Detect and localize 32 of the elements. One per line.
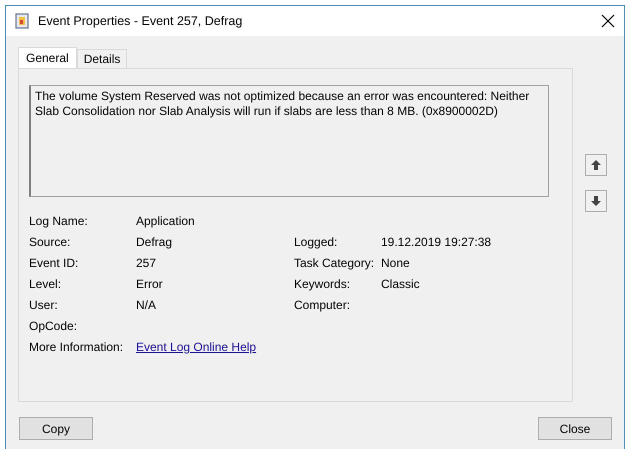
field-value: Application (136, 214, 196, 229)
field-label: Source: (29, 235, 72, 250)
field-label: Event ID: (29, 256, 80, 271)
tab[interactable]: General (18, 47, 77, 68)
window-title: Event Properties - Event 257, Defrag (38, 14, 244, 28)
tab[interactable]: Details (76, 49, 128, 68)
up-arrow-icon (590, 159, 602, 171)
field-label: User: (29, 298, 59, 313)
field-label: Task Category: (294, 256, 376, 271)
field-value: Defrag (136, 235, 174, 250)
field-label: Logged: (294, 235, 338, 250)
event-description: The volume System Reserved was not optimized because an error was encountered: Neither Slab Consolidation nor Slab Analysis will run if slabs are less than 8 MB. (0x8900002D) (29, 85, 549, 197)
event-viewer-icon (14, 13, 30, 29)
dialog-button[interactable]: Close (538, 417, 612, 440)
dialog-button[interactable]: Copy (19, 417, 93, 440)
down-arrow-icon (590, 195, 602, 207)
field-label: Level: (29, 277, 62, 292)
field-value: 257 (136, 256, 158, 271)
field-value: 19.12.2019 19:27:38 (381, 235, 492, 250)
close-icon[interactable] (600, 13, 616, 29)
field-label: Log Name: (29, 214, 89, 229)
field-label: More Information: (29, 340, 124, 355)
field-value: N/A (136, 298, 158, 313)
next-button[interactable] (585, 190, 607, 212)
field-label: OpCode: (29, 319, 78, 334)
field-label: Computer: (294, 298, 352, 313)
help-link[interactable]: Event Log Online Help (136, 340, 562, 355)
field-value: Classic (381, 277, 421, 292)
field-label: Keywords: (294, 277, 352, 292)
field-value: Error (136, 277, 164, 292)
field-value: None (381, 256, 411, 271)
previous-button[interactable] (585, 154, 607, 176)
